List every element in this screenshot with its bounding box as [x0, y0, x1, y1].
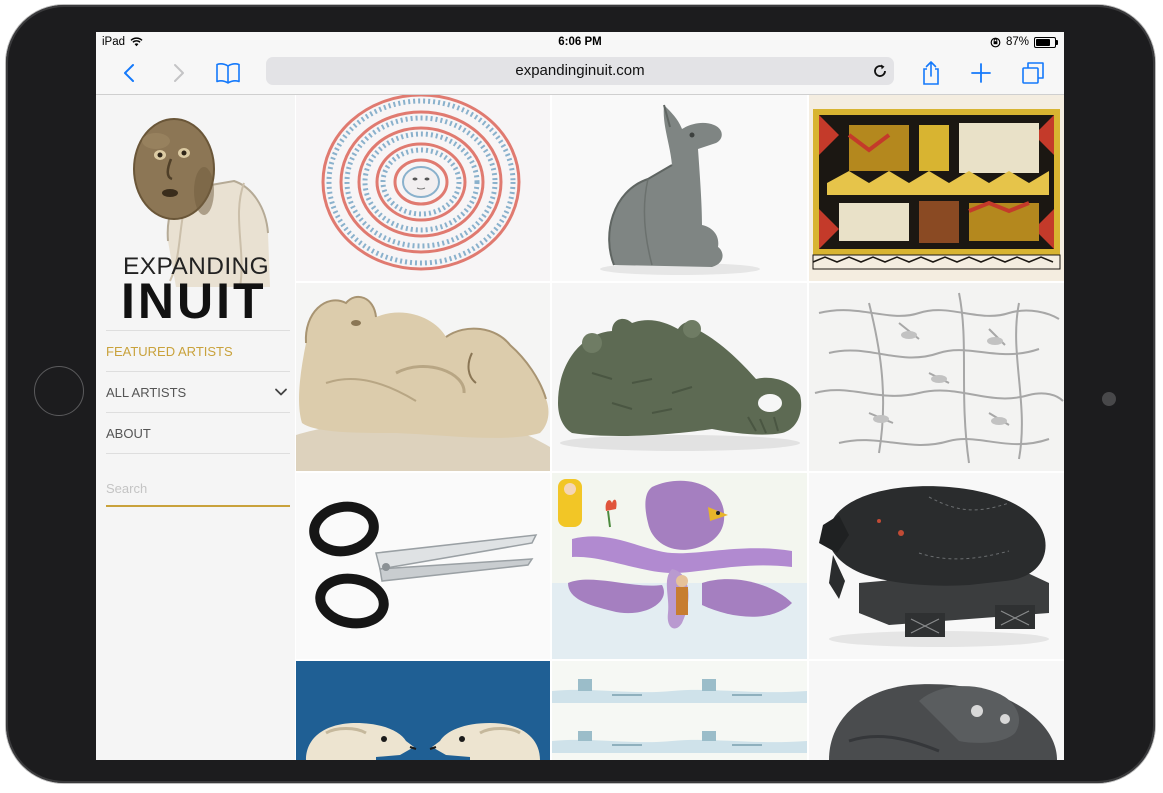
browser-toolbar: expandinginuit.com [96, 54, 1064, 95]
tabs-button[interactable] [1018, 58, 1048, 88]
forward-button[interactable] [164, 58, 194, 88]
reload-icon[interactable] [872, 63, 888, 79]
stone-animal-sculpture-image [600, 104, 760, 275]
gallery-tile[interactable] [809, 95, 1064, 281]
gallery-tile[interactable] [809, 283, 1064, 471]
nav-item-label: ABOUT [106, 425, 151, 441]
sidebar-nav: FEATURED ARTISTS ALL ARTISTS ABOUT [106, 330, 290, 454]
status-right: 87% [990, 36, 1058, 48]
nav-item-label: FEATURED ARTISTS [106, 343, 233, 359]
gallery-tile[interactable] [552, 283, 807, 471]
nav-item-all-artists[interactable]: ALL ARTISTS [106, 371, 290, 412]
gallery-tile[interactable] [552, 95, 807, 281]
orientation-lock-icon [990, 37, 1001, 47]
forward-icon [174, 64, 184, 82]
patterned-wall-hanging-image [809, 95, 1064, 281]
gallery-tile[interactable] [809, 661, 1064, 760]
camera-lens [1102, 392, 1116, 406]
battery-icon [1034, 36, 1058, 48]
nav-divider [106, 453, 290, 454]
gallery-tile[interactable] [809, 473, 1064, 659]
tabs-icon [1022, 62, 1044, 84]
share-button[interactable] [916, 58, 946, 88]
bookmarks-button[interactable] [213, 58, 243, 88]
status-bar: iPad 6:06 PM 87% [96, 32, 1064, 54]
sidebar: EXPANDING INUIT FEATURED ARTISTS ALL ART… [96, 95, 295, 760]
home-button[interactable] [34, 366, 84, 416]
octopus-figure-drawing-image [552, 473, 807, 659]
artwork-grid [296, 95, 1064, 760]
gallery-tile[interactable] [552, 473, 807, 659]
landscape-drawing-image [552, 661, 807, 760]
battery-level [1036, 38, 1050, 46]
url-text: expandinginuit.com [515, 62, 645, 79]
site-logo[interactable]: EXPANDING INUIT [116, 111, 280, 328]
back-button[interactable] [114, 58, 144, 88]
gallery-tile[interactable] [296, 473, 550, 659]
address-bar[interactable]: expandinginuit.com [266, 57, 894, 85]
spiral-drawing-image [321, 95, 521, 271]
nav-item-featured-artists[interactable]: FEATURED ARTISTS [106, 330, 290, 371]
bookmarks-icon [216, 63, 240, 84]
dark-stone-animal-image [809, 661, 1064, 760]
gallery-tile[interactable] [296, 95, 550, 281]
scissors-drawing-image [309, 501, 538, 629]
search-input[interactable] [106, 471, 290, 507]
bird-branch-drawing-image [814, 292, 1064, 464]
fox-heads-artwork-image [296, 661, 550, 760]
nav-item-label: ALL ARTISTS [106, 384, 187, 400]
share-icon [923, 61, 939, 85]
carved-figure-image [296, 295, 550, 471]
green-stone-bear-image [558, 318, 802, 451]
battery-percent: 87% [1005, 36, 1029, 48]
gallery-tile[interactable] [296, 661, 550, 760]
nav-item-about[interactable]: ABOUT [106, 412, 290, 453]
new-tab-icon [971, 63, 991, 83]
gallery-tile[interactable] [552, 661, 807, 760]
back-icon [124, 64, 134, 82]
black-stone-animal-image [819, 486, 1049, 647]
chevron-down-icon[interactable] [274, 387, 288, 397]
clock: 6:06 PM [558, 36, 602, 48]
new-tab-button[interactable] [966, 58, 996, 88]
screen: iPad 6:06 PM 87% expandinginuit.com EXPA… [96, 32, 1064, 760]
gallery-tile[interactable] [296, 283, 550, 471]
logo-text-inuit: INUIT [121, 273, 267, 329]
